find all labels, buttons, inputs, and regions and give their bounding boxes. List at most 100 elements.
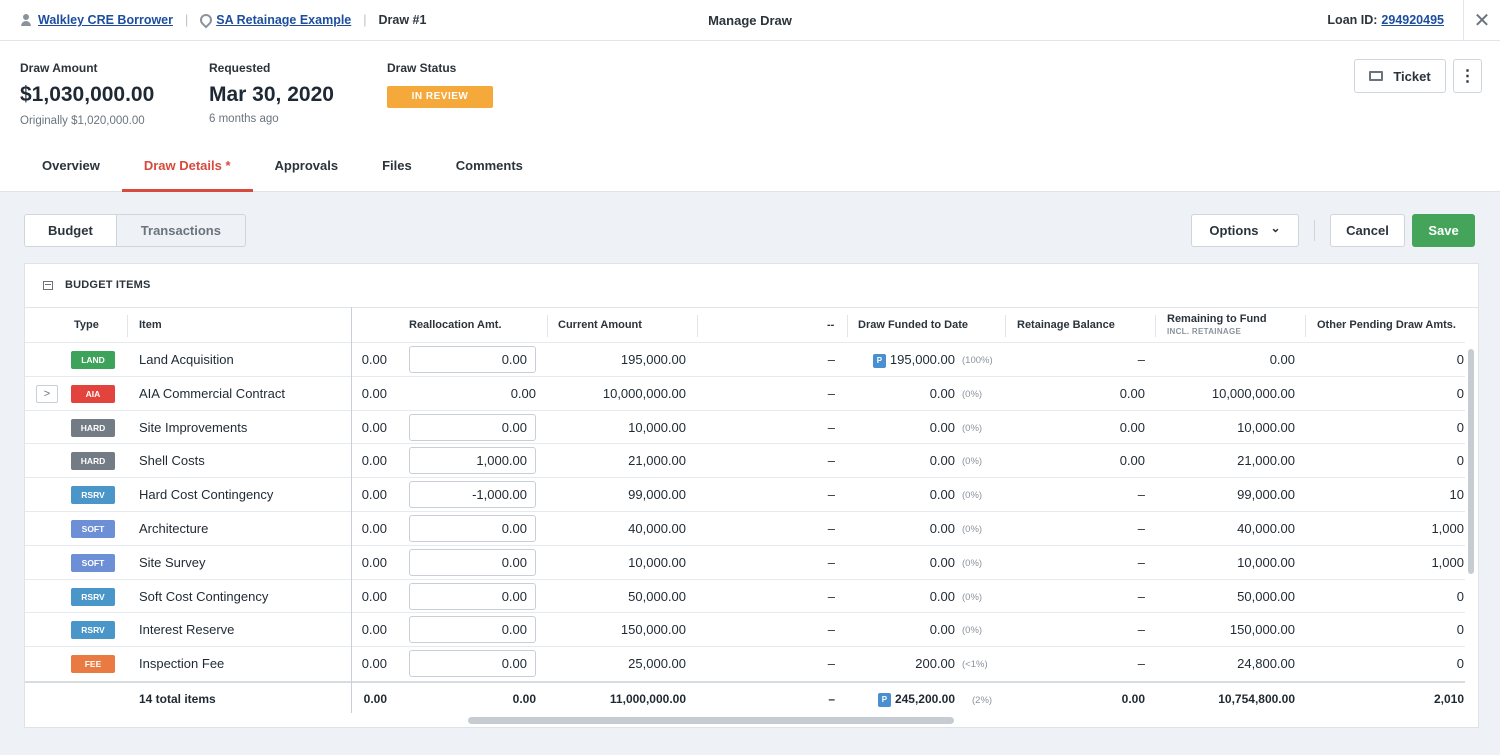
header-remaining-to-fund[interactable]: Remaining to Fund: [1167, 313, 1267, 325]
close-button[interactable]: ✕: [1463, 0, 1500, 41]
item-name[interactable]: Soft Cost Contingency: [139, 589, 268, 604]
reallocation-input[interactable]: 0.00: [409, 582, 536, 610]
view-toggle: Budget Transactions: [24, 214, 246, 247]
funded-percent: (0%): [962, 524, 983, 535]
reallocation-input[interactable]: 0.00: [409, 346, 536, 373]
previous-amount: 0.00: [361, 352, 387, 367]
cancel-label: Cancel: [1346, 223, 1389, 238]
current-amount: 10,000,000.00: [602, 385, 686, 401]
vertical-scrollbar[interactable]: [1468, 349, 1474, 574]
item-name[interactable]: Site Survey: [139, 555, 205, 570]
loan-id-link[interactable]: 294920495: [1381, 13, 1444, 27]
funded-to-date: 0.00: [845, 622, 955, 637]
cancel-button[interactable]: Cancel: [1330, 214, 1405, 247]
project-link[interactable]: SA Retainage Example: [216, 13, 351, 27]
expand-row-button[interactable]: >: [36, 384, 58, 403]
dash-value: –: [827, 419, 835, 435]
breadcrumb: Walkley CRE Borrower | SA Retainage Exam…: [20, 13, 426, 27]
table-row: HARD Shell Costs 0.00 1,000.00 21,000.00 – 0.0…: [25, 443, 1465, 477]
funded-percent: (<1%): [962, 659, 988, 671]
current-amount: 99,000.00: [628, 487, 686, 503]
dash-value: –: [827, 521, 835, 536]
table-row: RSRV Hard Cost Contingency 0.00 -1,000.00 99…: [25, 477, 1465, 511]
more-options-button[interactable]: ⋮: [1453, 59, 1482, 93]
item-name[interactable]: Architecture: [139, 521, 208, 536]
tab-overview[interactable]: Overview: [20, 149, 122, 192]
dash-value: –: [827, 453, 835, 469]
previous-amount: 0.00: [361, 588, 387, 604]
retainage-balance: –: [1137, 656, 1145, 672]
options-dropdown[interactable]: Options ⌄: [1191, 214, 1299, 247]
borrower-link[interactable]: Walkley CRE Borrower: [38, 13, 173, 27]
reallocation-input[interactable]: 0.00: [409, 413, 536, 441]
header-reallocation[interactable]: Reallocation Amt.: [409, 319, 502, 331]
funded-percent: (0%): [962, 557, 983, 569]
retainage-balance: –: [1137, 588, 1145, 604]
tab-approvals[interactable]: Approvals: [253, 149, 361, 192]
item-name[interactable]: Interest Reserve: [139, 622, 234, 637]
dash-value: –: [827, 622, 835, 638]
ticket-icon: [1369, 71, 1384, 81]
previous-amount: 0.00: [361, 487, 387, 503]
horizontal-scrollbar[interactable]: [468, 717, 954, 724]
retainage-balance: –: [1137, 554, 1145, 570]
header-retainage-balance[interactable]: Retainage Balance: [1017, 319, 1115, 331]
reallocation-input[interactable]: 0.00: [409, 616, 536, 644]
requested-stat: Requested Mar 30, 2020 6 months ago: [209, 61, 334, 125]
budget-toggle[interactable]: Budget: [25, 215, 116, 246]
options-label: Options: [1209, 223, 1259, 238]
remaining-to-fund: 150,000.00: [1229, 622, 1295, 638]
table-row: SOFT Site Survey 0.00 0.00 10,000.00 – 0.00 (0%…: [25, 544, 1465, 579]
totals-remaining: 10,754,800.00: [1218, 692, 1295, 706]
item-name[interactable]: AIA Commercial Contract: [139, 386, 285, 401]
reallocation-input[interactable]: 0.00: [409, 515, 536, 542]
previous-amount: 0.00: [361, 419, 387, 435]
item-name[interactable]: Site Improvements: [139, 420, 247, 435]
draw-amount-stat: Draw Amount $1,030,000.00 Originally $1,…: [20, 61, 154, 127]
ticket-button[interactable]: Ticket: [1354, 59, 1446, 93]
reallocation-input[interactable]: -1,000.00: [409, 481, 536, 509]
user-icon: [20, 14, 32, 26]
tab-draw-details[interactable]: Draw Details *: [121, 149, 253, 192]
item-name[interactable]: Shell Costs: [139, 453, 205, 468]
other-pending: 0: [1456, 453, 1464, 469]
reallocation-input[interactable]: 0.00: [409, 650, 536, 678]
other-pending: 1,000: [1431, 521, 1464, 536]
type-badge: AIA: [71, 384, 115, 403]
retainage-balance: –: [1137, 352, 1145, 367]
tab-files[interactable]: Files: [360, 149, 434, 192]
header-current-amount[interactable]: Current Amount: [558, 319, 642, 331]
draw-amount-label: Draw Amount: [20, 61, 98, 75]
ticket-button-label: Ticket: [1393, 68, 1431, 84]
save-button[interactable]: Save: [1412, 214, 1475, 247]
header-funded-to-date[interactable]: Draw Funded to Date: [858, 319, 968, 331]
retainage-balance: –: [1137, 487, 1145, 503]
current-amount: 10,000.00: [628, 419, 686, 435]
previous-amount: 0.00: [361, 521, 387, 536]
original-amount: Originally $1,020,000.00: [20, 115, 145, 127]
funded-to-date: 0.00: [845, 487, 955, 502]
funded-p-badge: P: [872, 353, 886, 368]
loan-id-label: Loan ID:: [1327, 13, 1378, 27]
funded-percent: (100%): [962, 355, 993, 366]
item-name[interactable]: Land Acquisition: [139, 352, 234, 367]
item-name[interactable]: Hard Cost Contingency: [139, 487, 273, 502]
tab-comments[interactable]: Comments: [434, 149, 545, 192]
remaining-to-fund: 10,000.00: [1237, 419, 1295, 435]
header-other-pending[interactable]: Other Pending Draw Amts.: [1317, 319, 1456, 331]
funded-percent: (0%): [962, 388, 983, 400]
type-badge: HARD: [71, 418, 115, 437]
funded-to-date: 0.00: [845, 386, 955, 401]
transactions-toggle[interactable]: Transactions: [115, 215, 245, 246]
reallocation-input[interactable]: 1,000.00: [409, 447, 536, 475]
other-pending: 0: [1456, 588, 1464, 604]
remaining-to-fund: 10,000.00: [1237, 554, 1295, 570]
tab-bar: Overview Draw Details * Approvals Files …: [20, 149, 545, 192]
remaining-to-fund: 50,000.00: [1237, 588, 1295, 604]
item-name[interactable]: Inspection Fee: [139, 656, 224, 671]
header-divider: [547, 315, 548, 337]
previous-amount: 0.00: [361, 656, 387, 672]
reallocation-input[interactable]: 0.00: [409, 548, 536, 576]
totals-row: 14 total items 0.00 0.00 11,000,000.00– P 245…: [25, 681, 1465, 714]
table-row: HARD Site Improvements 0.00 0.00 10,000.00 – 0…: [25, 409, 1465, 444]
